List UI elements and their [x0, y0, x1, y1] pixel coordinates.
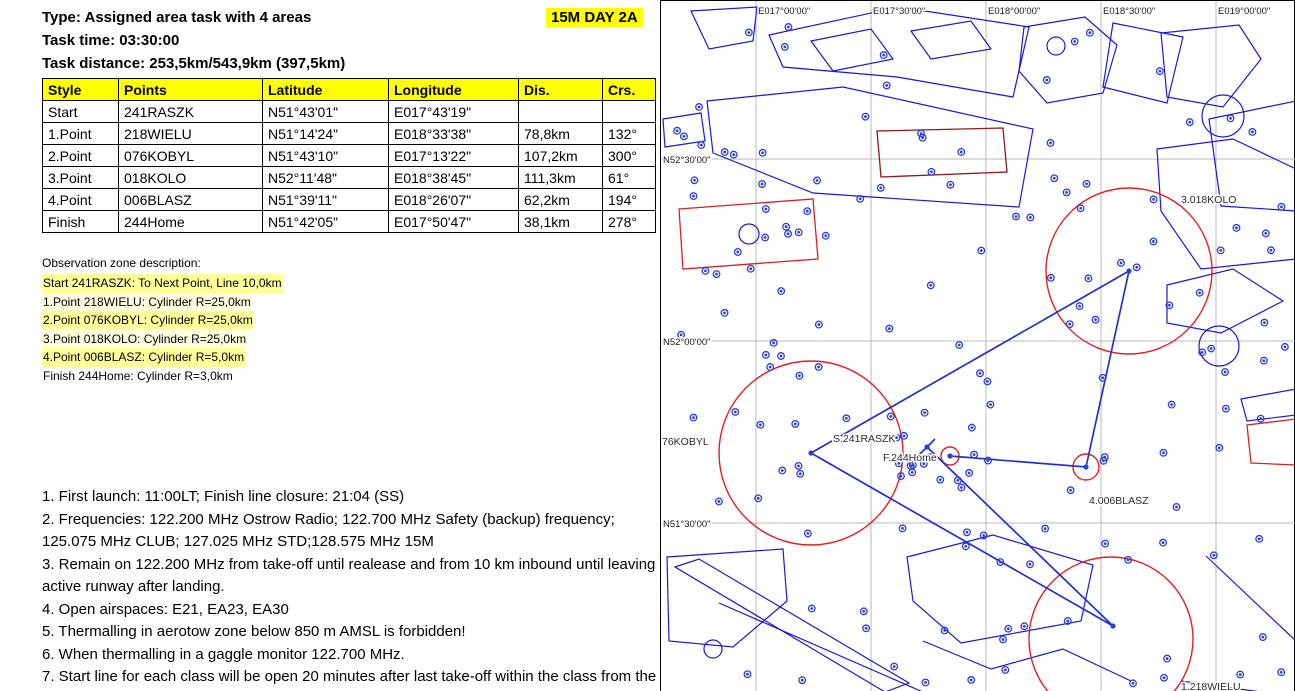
obs-line-1: 1.Point 218WIELU: Cylinder R=25,0km [42, 293, 283, 312]
table-row: 4.Point006BLASZN51°39'11"E018°26'07"62,2… [43, 189, 656, 211]
obs-text: Start 241RASZK: To Next Point, Line 10,0… [42, 274, 283, 293]
lon-label: E018°30'00" [1103, 6, 1155, 17]
briefing-notes: 1. First launch: 11:00LT; Finish line cl… [42, 486, 664, 691]
note-7: 7. Start line for each class will be ope… [42, 666, 664, 691]
obs-line-2: 2.Point 076KOBYL: Cylinder R=25,0km [42, 311, 283, 330]
cell: 018KOLO [119, 167, 263, 189]
label-kobyl: 76KOBYL [662, 436, 709, 448]
task-distance-line: Task distance: 253,5km/543,9km (397,5km) [42, 55, 345, 72]
task-legs [811, 271, 1129, 626]
lon-label: E017°00'00" [758, 6, 810, 17]
lat-label: N51°30'00" [663, 519, 711, 530]
obs-line-start: Start 241RASZK: To Next Point, Line 10,0… [42, 274, 283, 293]
table-row: 2.Point076KOBYLN51°43'10"E017°13'22"107,… [43, 145, 656, 167]
lon-label: E019°00'00" [1218, 6, 1270, 17]
cell: N51°42'05" [263, 211, 389, 233]
obs-line-4: 4.Point 006BLASZ: Cylinder R=5,0km [42, 348, 283, 367]
task-type-line: Type: Assigned area task with 4 areas [42, 9, 311, 26]
note-1: 1. First launch: 11:00LT; Finish line cl… [42, 486, 664, 509]
col-latitude: Latitude [263, 79, 389, 101]
col-style: Style [43, 79, 119, 101]
cell: N52°11'48" [263, 167, 389, 189]
cell: N51°43'01" [263, 101, 389, 123]
obs-text: 2.Point 076KOBYL: Cylinder R=25,0km [42, 311, 254, 330]
cell: 278° [603, 211, 656, 233]
cell: 107,2km [519, 145, 603, 167]
cell: 006BLASZ [119, 189, 263, 211]
cell [603, 101, 656, 123]
note-6: 6. When thermalling in a gaggle monitor … [42, 644, 664, 667]
cell: 2.Point [43, 145, 119, 167]
col-distance: Dis. [519, 79, 603, 101]
lon-label: E018°00'00" [988, 6, 1040, 17]
col-course: Crs. [603, 79, 656, 101]
note-4: 4. Open airspaces: E21, EA23, EA30 [42, 599, 664, 622]
table-row: 3.Point018KOLON52°11'48"E018°38'45"111,3… [43, 167, 656, 189]
cell: 3.Point [43, 167, 119, 189]
table-row: Finish244HomeN51°42'05"E017°50'47"38,1km… [43, 211, 656, 233]
task-time-line: Task time: 03:30:00 [42, 32, 179, 49]
lon-label: E017°30'00" [873, 6, 925, 17]
cell: 132° [603, 123, 656, 145]
note-2: 2. Frequencies: 122.200 MHz Ostrow Radio… [42, 509, 664, 554]
obs-line-finish: Finish 244Home: Cylinder R=3,0km [42, 367, 283, 386]
cell: E018°26'07" [389, 189, 519, 211]
table-header-row: Style Points Latitude Longitude Dis. Crs… [43, 79, 656, 101]
label-wielu: 1.218WIELU [1181, 681, 1241, 691]
cell: E017°43'19" [389, 101, 519, 123]
col-longitude: Longitude [389, 79, 519, 101]
cell: 4.Point [43, 189, 119, 211]
cell: 1.Point [43, 123, 119, 145]
cell: 076KOBYL [119, 145, 263, 167]
cell: E017°50'47" [389, 211, 519, 233]
cell: 61° [603, 167, 656, 189]
cell: E018°38'45" [389, 167, 519, 189]
cell: 244Home [119, 211, 263, 233]
map-grid [661, 1, 1295, 691]
day-badge: 15M DAY 2A [546, 8, 643, 27]
task-map: E017°00'00" E017°30'00" E018°00'00" E018… [660, 0, 1295, 691]
obs-text: 4.Point 006BLASZ: Cylinder R=5,0km [42, 348, 245, 367]
table-row: Start241RASZKN51°43'01"E017°43'19" [43, 101, 656, 123]
task-route [811, 271, 1129, 626]
task-sheet: Type: Assigned area task with 4 areas 15… [0, 0, 1295, 691]
cell: N51°39'11" [263, 189, 389, 211]
col-points: Points [119, 79, 263, 101]
label-raszk: S.241RASZK [833, 433, 895, 445]
turnpoint-markers [808, 268, 1131, 628]
turnpoint-table: Style Points Latitude Longitude Dis. Crs… [42, 78, 656, 233]
table-row: 1.Point218WIELUN51°14'24"E018°33'38"78,8… [43, 123, 656, 145]
cell: 62,2km [519, 189, 603, 211]
lat-label: N52°00'00" [663, 337, 711, 348]
cell: N51°14'24" [263, 123, 389, 145]
obs-line-3: 3.Point 018KOLO: Cylinder R=25,0km [42, 330, 283, 349]
cell: 218WIELU [119, 123, 263, 145]
cell: 241RASZK [119, 101, 263, 123]
cell: 300° [603, 145, 656, 167]
cell [519, 101, 603, 123]
observation-zone-circles [719, 188, 1212, 691]
cell: 111,3km [519, 167, 603, 189]
restricted-outlines [679, 128, 1295, 465]
map-svg: E017°00'00" E017°30'00" E018°00'00" E018… [661, 1, 1295, 691]
obs-text: 3.Point 018KOLO: Cylinder R=25,0km [42, 330, 247, 349]
cell: 78,8km [519, 123, 603, 145]
note-3: 3. Remain on 122.200 MHz from take-off u… [42, 554, 664, 599]
cell: Start [43, 101, 119, 123]
lat-label: N52°30'00" [663, 155, 711, 166]
cell: 38,1km [519, 211, 603, 233]
cell: 194° [603, 189, 656, 211]
observation-title: Observation zone description: [42, 256, 283, 270]
cell: Finish [43, 211, 119, 233]
cell: N51°43'10" [263, 145, 389, 167]
obs-text: 1.Point 218WIELU: Cylinder R=25,0km [42, 293, 252, 312]
observation-zone-section: Observation zone description: Start 241R… [42, 256, 283, 385]
cell: E017°13'22" [389, 145, 519, 167]
cell: E018°33'38" [389, 123, 519, 145]
obs-text: Finish 244Home: Cylinder R=3,0km [42, 367, 234, 386]
note-5: 5. Thermalling in aerotow zone below 850… [42, 621, 664, 644]
label-home: F.244Home [883, 452, 937, 464]
label-blasz: 4.006BLASZ [1089, 495, 1149, 507]
label-kolo: 3.018KOLO [1181, 194, 1236, 206]
